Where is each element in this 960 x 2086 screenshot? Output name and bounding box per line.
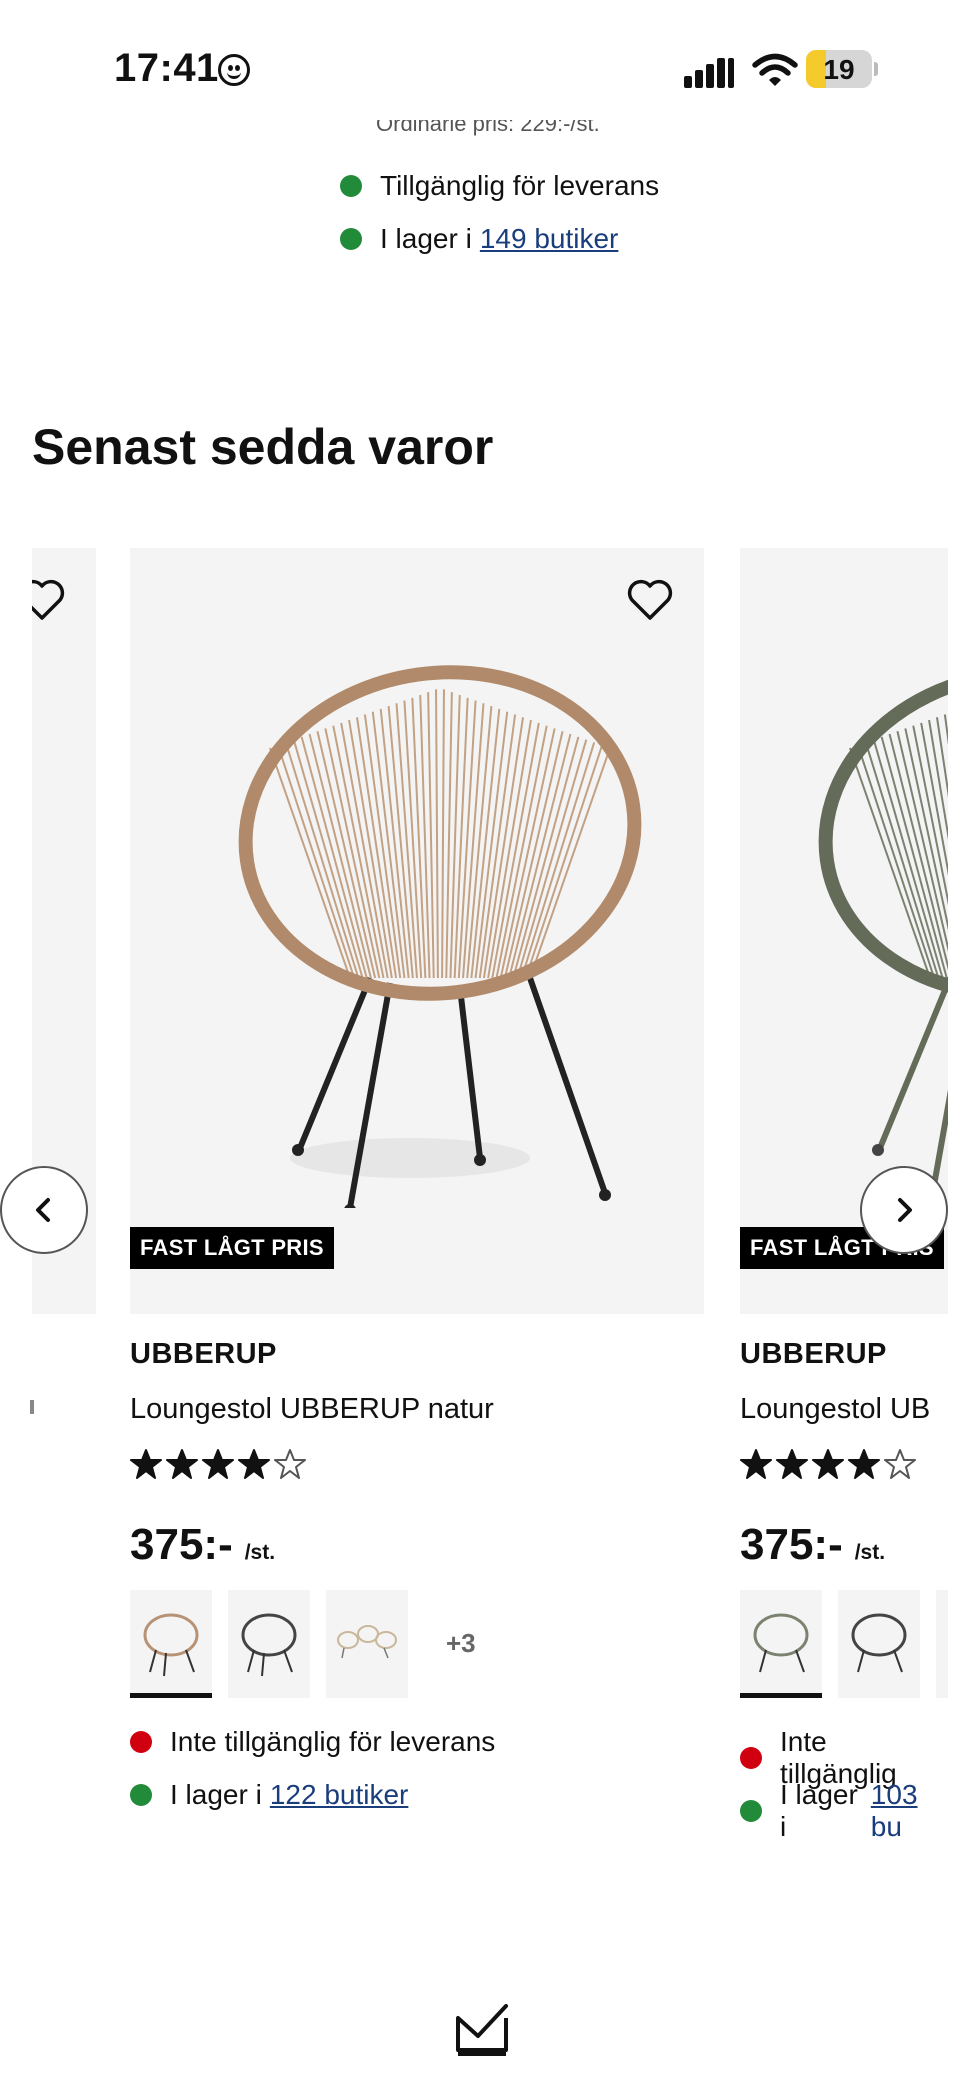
chevron-left-icon — [36, 1198, 50, 1222]
product-price: 375:- /st. — [130, 1520, 275, 1570]
star-filled-icon — [740, 1449, 772, 1479]
low-price-badge: FAST LÅGT PRIS — [130, 1227, 334, 1269]
availability-dot — [740, 1800, 762, 1822]
store-stock: I lager i 149 butiker — [340, 223, 618, 255]
star-filled-icon — [812, 1449, 844, 1479]
carousel-next-button[interactable] — [860, 1166, 948, 1254]
color-swatch-black[interactable] — [228, 1590, 310, 1698]
battery-level: 19 — [823, 54, 855, 85]
carousel-prev-button[interactable] — [0, 1166, 88, 1254]
stock-prefix: I lager i — [780, 1779, 858, 1838]
color-swatch-natural[interactable] — [130, 1590, 212, 1698]
product-name[interactable]: Loungestol UB — [740, 1393, 930, 1426]
smiley-icon — [218, 54, 250, 86]
rating-stars — [130, 1448, 306, 1480]
star-empty-icon — [884, 1449, 916, 1479]
store-stock: I lager i 103 bu — [740, 1779, 948, 1838]
stores-link[interactable]: 103 bu — [871, 1779, 948, 1838]
availability-dot — [340, 228, 362, 250]
delivery-text: Tillgänglig för leverans — [380, 170, 660, 201]
partial-text-fragment — [30, 1400, 34, 1414]
color-swatch-green[interactable] — [740, 1590, 822, 1698]
color-swatch-set[interactable] — [326, 1590, 408, 1698]
availability-dot — [340, 175, 362, 197]
lounge-chair-image — [818, 665, 948, 1208]
star-filled-icon — [238, 1449, 270, 1479]
color-swatch-black[interactable] — [838, 1590, 920, 1698]
rating-stars — [740, 1448, 916, 1480]
price-unit: /st. — [854, 1541, 886, 1564]
unavailable-dot — [130, 1731, 152, 1753]
delivery-text: Inte tillgänglig för leverans — [170, 1726, 496, 1757]
star-filled-icon — [776, 1449, 808, 1479]
chevron-right-icon — [898, 1198, 912, 1222]
star-filled-icon — [202, 1449, 234, 1479]
section-title: Senast sedda varor — [32, 419, 494, 475]
stores-link[interactable]: 122 butiker — [270, 1779, 409, 1811]
star-filled-icon — [130, 1449, 162, 1479]
lounge-chair-image — [238, 665, 642, 1208]
heart-icon[interactable] — [626, 578, 674, 622]
availability-dot — [130, 1784, 152, 1806]
product-name[interactable]: Loungestol UBBERUP natur — [130, 1393, 494, 1426]
price-amount: 375:- — [130, 1520, 233, 1569]
battery-icon: 19 — [806, 50, 872, 88]
heart-icon[interactable] — [32, 578, 66, 622]
product-card-image[interactable]: FAST LÅGT PRIS — [130, 548, 704, 1314]
status-bar: 17:41 19 — [0, 0, 960, 120]
star-filled-icon — [848, 1449, 880, 1479]
product-price: 375:- /st. — [740, 1520, 885, 1570]
battery-tip — [874, 62, 878, 76]
status-time: 17:41 — [114, 46, 219, 90]
checkmark-tray-icon[interactable] — [452, 2000, 512, 2056]
star-filled-icon — [166, 1449, 198, 1479]
delivery-availability: Inte tillgänglig för leverans — [130, 1726, 495, 1758]
delivery-availability: Tillgänglig för leverans — [340, 170, 659, 202]
stock-prefix: I lager i — [380, 223, 472, 254]
price-amount: 375:- — [740, 1520, 843, 1569]
stock-prefix: I lager i — [170, 1779, 262, 1810]
color-swatch-more[interactable] — [936, 1590, 948, 1698]
product-brand: UBBERUP — [130, 1338, 277, 1370]
product-brand: UBBERUP — [740, 1338, 887, 1370]
star-empty-icon — [274, 1449, 306, 1479]
regular-price-cutoff: Ordinarie pris: 229:-/st. — [376, 120, 600, 136]
stores-link[interactable]: 149 butiker — [480, 223, 619, 255]
store-stock: I lager i 122 butiker — [130, 1779, 408, 1811]
unavailable-dot — [740, 1747, 762, 1769]
more-colors-count[interactable]: +3 — [446, 1628, 476, 1659]
cellular-signal-icon — [684, 56, 734, 88]
price-unit: /st. — [244, 1541, 276, 1564]
wifi-icon — [752, 53, 798, 86]
